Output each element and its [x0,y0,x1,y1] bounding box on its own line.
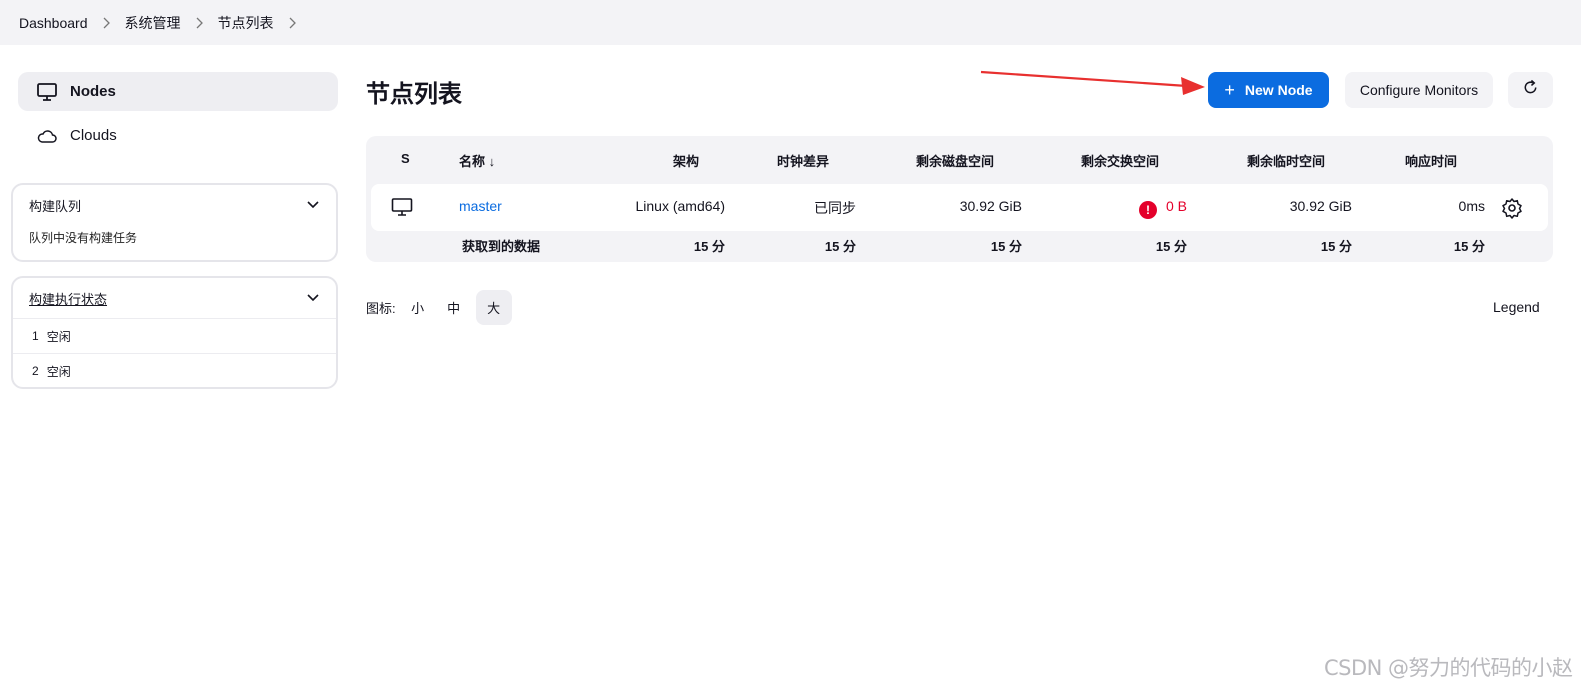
col-header-arch[interactable]: 架构 [673,151,699,170]
computer-icon [391,197,413,220]
executor-status-header[interactable]: 构建执行状态 [13,278,336,318]
executor-row: 2 空闲 [13,353,336,388]
chevron-down-icon[interactable] [306,293,320,303]
col-header-response[interactable]: 响应时间 [1405,151,1457,170]
sidebar-item-label: Nodes [70,83,116,100]
sidebar: Nodes Clouds 构建队列 队列中没有构建任务 构建执行状态 1 空闲 … [11,72,339,389]
executor-number: 1 [32,329,39,343]
footer-temp: 15 分 [1320,239,1352,254]
node-swap: ! 0 B [1138,198,1187,219]
chevron-right-icon[interactable] [288,17,297,29]
chevron-right-icon [195,17,204,29]
nodes-table: S 名称 ↓ 架构 时钟差异 剩余磁盘空间 剩余交换空间 剩余临时空间 响应时间… [366,136,1553,262]
refresh-icon [1522,79,1539,101]
col-header-temp[interactable]: 剩余临时空间 [1247,151,1325,170]
breadcrumb-system-manage[interactable]: 系统管理 [125,13,181,33]
breadcrumb: Dashboard 系统管理 节点列表 [0,0,1581,45]
footer-arch: 15 分 [693,239,725,254]
col-header-clock[interactable]: 时钟差异 [777,151,829,170]
executor-status: 空闲 [46,364,71,379]
sidebar-item-label: Clouds [70,127,117,144]
icon-size-large[interactable]: 大 [475,290,512,325]
node-response: 0ms [1458,198,1485,214]
refresh-button[interactable] [1508,72,1553,108]
node-clock: 已同步 [814,200,856,216]
new-node-label: New Node [1244,82,1313,98]
col-header-swap[interactable]: 剩余交换空间 [1081,151,1159,170]
icon-size-medium[interactable]: 中 [436,290,472,325]
node-temp: 30.92 GiB [1289,198,1352,214]
breadcrumb-dashboard[interactable]: Dashboard [19,15,88,31]
icon-size-small[interactable]: 小 [400,290,436,325]
executor-number: 2 [32,364,39,378]
breadcrumb-node-list[interactable]: 节点列表 [218,13,274,33]
legend-link[interactable]: Legend [1493,299,1540,315]
build-queue-title: 构建队列 [29,198,82,214]
build-queue-empty: 队列中没有构建任务 [29,231,138,245]
node-name-link[interactable]: master [459,198,502,214]
footer-clock: 15 分 [824,239,856,254]
page-title: 节点列表 [366,81,462,108]
executor-status-panel: 构建执行状态 1 空闲 2 空闲 [11,276,338,389]
col-header-disk[interactable]: 剩余磁盘空间 [916,151,994,170]
executor-status-title[interactable]: 构建执行状态 [29,289,107,308]
col-header-name[interactable]: 名称 ↓ [459,151,495,170]
sidebar-item-clouds[interactable]: Clouds [18,116,338,155]
sidebar-item-nodes[interactable]: Nodes [18,72,338,111]
cloud-icon [36,125,58,147]
icon-size-label: 图标: [366,301,396,316]
node-arch: Linux (amd64) [635,198,726,214]
gear-icon[interactable] [1501,197,1523,222]
build-queue-panel: 构建队列 队列中没有构建任务 [11,183,338,262]
footer-swap: 15 分 [1155,239,1187,254]
new-node-button[interactable]: + New Node [1208,72,1329,108]
chevron-right-icon [102,17,111,29]
build-queue-header[interactable]: 构建队列 [13,185,336,225]
configure-monitors-button[interactable]: Configure Monitors [1345,72,1493,108]
icon-size-switcher: 图标: 小 中 大 [366,290,512,325]
node-disk: 30.92 GiB [959,198,1022,214]
executor-status: 空闲 [46,329,71,344]
monitor-icon [36,81,58,103]
col-header-status[interactable]: S [401,151,410,166]
node-swap-value: 0 B [1165,198,1187,214]
footer-label: 获取到的数据 [462,239,541,254]
watermark: CSDN @努力的代码的小赵 [1324,656,1573,680]
footer-response: 15 分 [1453,239,1485,254]
chevron-down-icon[interactable] [306,200,320,210]
plus-icon: + [1224,80,1235,100]
footer-disk: 15 分 [990,239,1022,254]
error-icon: ! [1138,201,1157,219]
annotation-arrow [980,70,1205,95]
executor-row: 1 空闲 [13,318,336,353]
